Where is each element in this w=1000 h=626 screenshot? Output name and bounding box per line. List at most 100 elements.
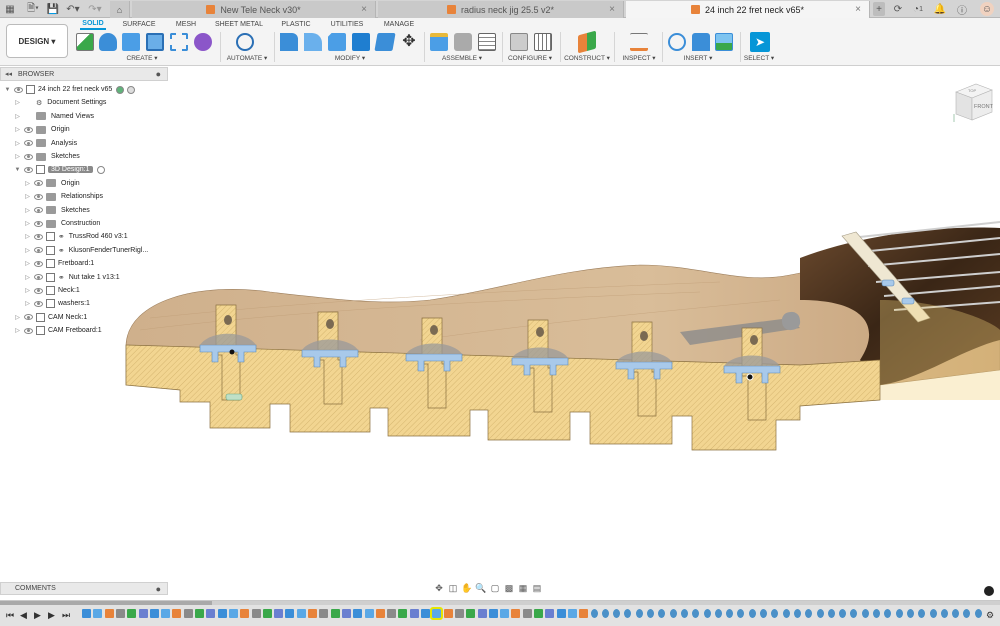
- browser-node[interactable]: ▷ ⚭ TrussRod 460 v3:1: [24, 230, 128, 243]
- expand-triangle-icon[interactable]: ▼: [4, 87, 11, 93]
- timeline-feature[interactable]: [443, 609, 453, 618]
- expand-triangle-icon[interactable]: ▷: [24, 233, 31, 240]
- create-sketch-icon[interactable]: [76, 33, 94, 51]
- timeline-feature[interactable]: [545, 609, 555, 618]
- timeline-feature[interactable]: [93, 609, 103, 618]
- tab-plastic[interactable]: PLASTIC: [280, 19, 312, 29]
- hole-icon[interactable]: [146, 33, 164, 51]
- expand-triangle-icon[interactable]: ▷: [14, 327, 21, 334]
- bom-icon[interactable]: [478, 33, 496, 51]
- fillet-icon[interactable]: [304, 33, 322, 51]
- move-icon[interactable]: ✥: [400, 33, 418, 51]
- viewports-icon[interactable]: ▤: [532, 583, 542, 593]
- press-pull-icon[interactable]: [280, 33, 298, 51]
- browser-node[interactable]: ▷ Relationships: [24, 190, 103, 203]
- visibility-eye-icon[interactable]: [34, 274, 43, 281]
- collapse-icon[interactable]: ◂◂: [5, 70, 12, 78]
- expand-triangle-icon[interactable]: ▷: [14, 314, 21, 321]
- timeline-feature[interactable]: [308, 609, 317, 618]
- step-back-icon[interactable]: ◀: [20, 610, 27, 621]
- go-to-start-icon[interactable]: ⏮: [6, 610, 14, 621]
- timeline-feature[interactable]: [454, 609, 464, 618]
- job-status-icon[interactable]: ◔ 1: [908, 2, 928, 16]
- timeline-feature[interactable]: [398, 609, 408, 618]
- pattern-icon[interactable]: [170, 33, 188, 51]
- visibility-eye-icon[interactable]: [34, 260, 43, 267]
- expand-triangle-icon[interactable]: ▷: [24, 220, 31, 227]
- zoom-icon[interactable]: 🔍: [475, 583, 486, 593]
- visibility-eye-icon[interactable]: [24, 140, 33, 147]
- timeline-feature[interactable]: [635, 609, 643, 618]
- browser-node[interactable]: ▼ 24 inch 22 fret neck v65: [4, 83, 136, 96]
- timeline-feature[interactable]: [82, 609, 91, 618]
- timeline-feature[interactable]: [579, 609, 589, 618]
- configure-icon[interactable]: [510, 33, 528, 51]
- file-menu-icon[interactable]: 🗎▾: [22, 2, 44, 16]
- browser-node[interactable]: ▷ washers:1: [24, 297, 90, 310]
- browser-node[interactable]: ▷ Analysis: [14, 137, 77, 150]
- assemble-group-label[interactable]: ASSEMBLE ▾: [440, 54, 484, 62]
- configure-group-label[interactable]: CONFIGURE ▾: [504, 54, 556, 62]
- timeline-feature[interactable]: [884, 609, 892, 618]
- timeline-feature[interactable]: [624, 609, 632, 618]
- timeline-feature[interactable]: [138, 609, 148, 618]
- configuration-table-icon[interactable]: [534, 33, 552, 51]
- timeline-feature[interactable]: [364, 609, 374, 618]
- automate-icon[interactable]: [236, 33, 254, 51]
- expand-triangle-icon[interactable]: ▷: [24, 300, 31, 307]
- sync-status-icon[interactable]: [116, 85, 125, 94]
- timeline-feature[interactable]: [861, 609, 869, 618]
- visibility-eye-icon[interactable]: [14, 86, 23, 93]
- browser-node[interactable]: ▷ Sketches: [14, 150, 80, 163]
- modify-group-label[interactable]: MODIFY ▾: [330, 54, 370, 62]
- visibility-eye-icon[interactable]: [24, 314, 33, 321]
- tab-radius-neck-jig[interactable]: radius neck jig 25.5 v2* ×: [378, 1, 624, 18]
- timeline-feature[interactable]: [149, 609, 159, 618]
- timeline-feature[interactable]: [714, 609, 722, 618]
- orbit-icon[interactable]: ✥: [434, 583, 444, 593]
- create-group-label[interactable]: CREATE ▾: [122, 54, 162, 62]
- activate-radio-icon[interactable]: [127, 85, 136, 94]
- timeline-feature[interactable]: [228, 609, 238, 618]
- timeline-feature[interactable]: [556, 609, 566, 618]
- visibility-eye-icon[interactable]: [34, 193, 43, 200]
- timeline-feature[interactable]: [816, 609, 824, 618]
- timeline-scrollbar[interactable]: [0, 601, 1000, 605]
- timeline-feature[interactable]: [692, 609, 700, 618]
- select-arrow-icon[interactable]: ➤: [750, 32, 770, 52]
- undo-icon[interactable]: ↶▾: [64, 2, 82, 16]
- timeline-feature[interactable]: [918, 609, 926, 618]
- expand-triangle-icon[interactable]: ▷: [14, 126, 21, 133]
- timeline-feature[interactable]: [793, 609, 801, 618]
- inspect-group-label[interactable]: INSPECT ▾: [618, 54, 660, 62]
- tab-manage[interactable]: MANAGE: [380, 19, 418, 29]
- revolve-icon[interactable]: [122, 33, 140, 51]
- timeline-feature[interactable]: [511, 609, 521, 618]
- insert-group-label[interactable]: INSERT ▾: [680, 54, 716, 62]
- new-component-icon[interactable]: [430, 33, 448, 51]
- visibility-eye-icon[interactable]: [34, 247, 43, 254]
- timeline-feature[interactable]: [183, 609, 193, 618]
- new-tab-icon[interactable]: +: [873, 2, 885, 16]
- timeline-feature[interactable]: [534, 609, 543, 618]
- tab-sheet-metal[interactable]: SHEET METAL: [214, 19, 264, 29]
- timeline-feature[interactable]: [839, 609, 847, 618]
- tab-surface[interactable]: SURFACE: [120, 19, 158, 29]
- timeline-feature[interactable]: [296, 609, 306, 618]
- timeline-settings-icon[interactable]: ⚙: [986, 610, 994, 621]
- extrude-icon[interactable]: [99, 33, 117, 51]
- browser-node[interactable]: ▷ CAM Neck:1: [14, 311, 87, 324]
- combine-icon[interactable]: [374, 33, 396, 51]
- timeline-feature[interactable]: [274, 609, 284, 618]
- browser-node[interactable]: ▷ Construction: [24, 217, 100, 230]
- visibility-eye-icon[interactable]: [34, 220, 43, 227]
- timeline-feature[interactable]: [375, 609, 385, 618]
- browser-node[interactable]: ▷ Origin: [14, 123, 70, 136]
- timeline-feature[interactable]: [782, 609, 790, 618]
- panel-toggle-icon[interactable]: ●: [156, 69, 161, 79]
- visibility-eye-icon[interactable]: [34, 300, 43, 307]
- browser-node[interactable]: ▷ Named Views: [14, 110, 94, 123]
- timeline-feature[interactable]: [104, 609, 114, 618]
- timeline-feature[interactable]: [387, 609, 397, 618]
- notifications-icon[interactable]: 🔔: [934, 2, 946, 16]
